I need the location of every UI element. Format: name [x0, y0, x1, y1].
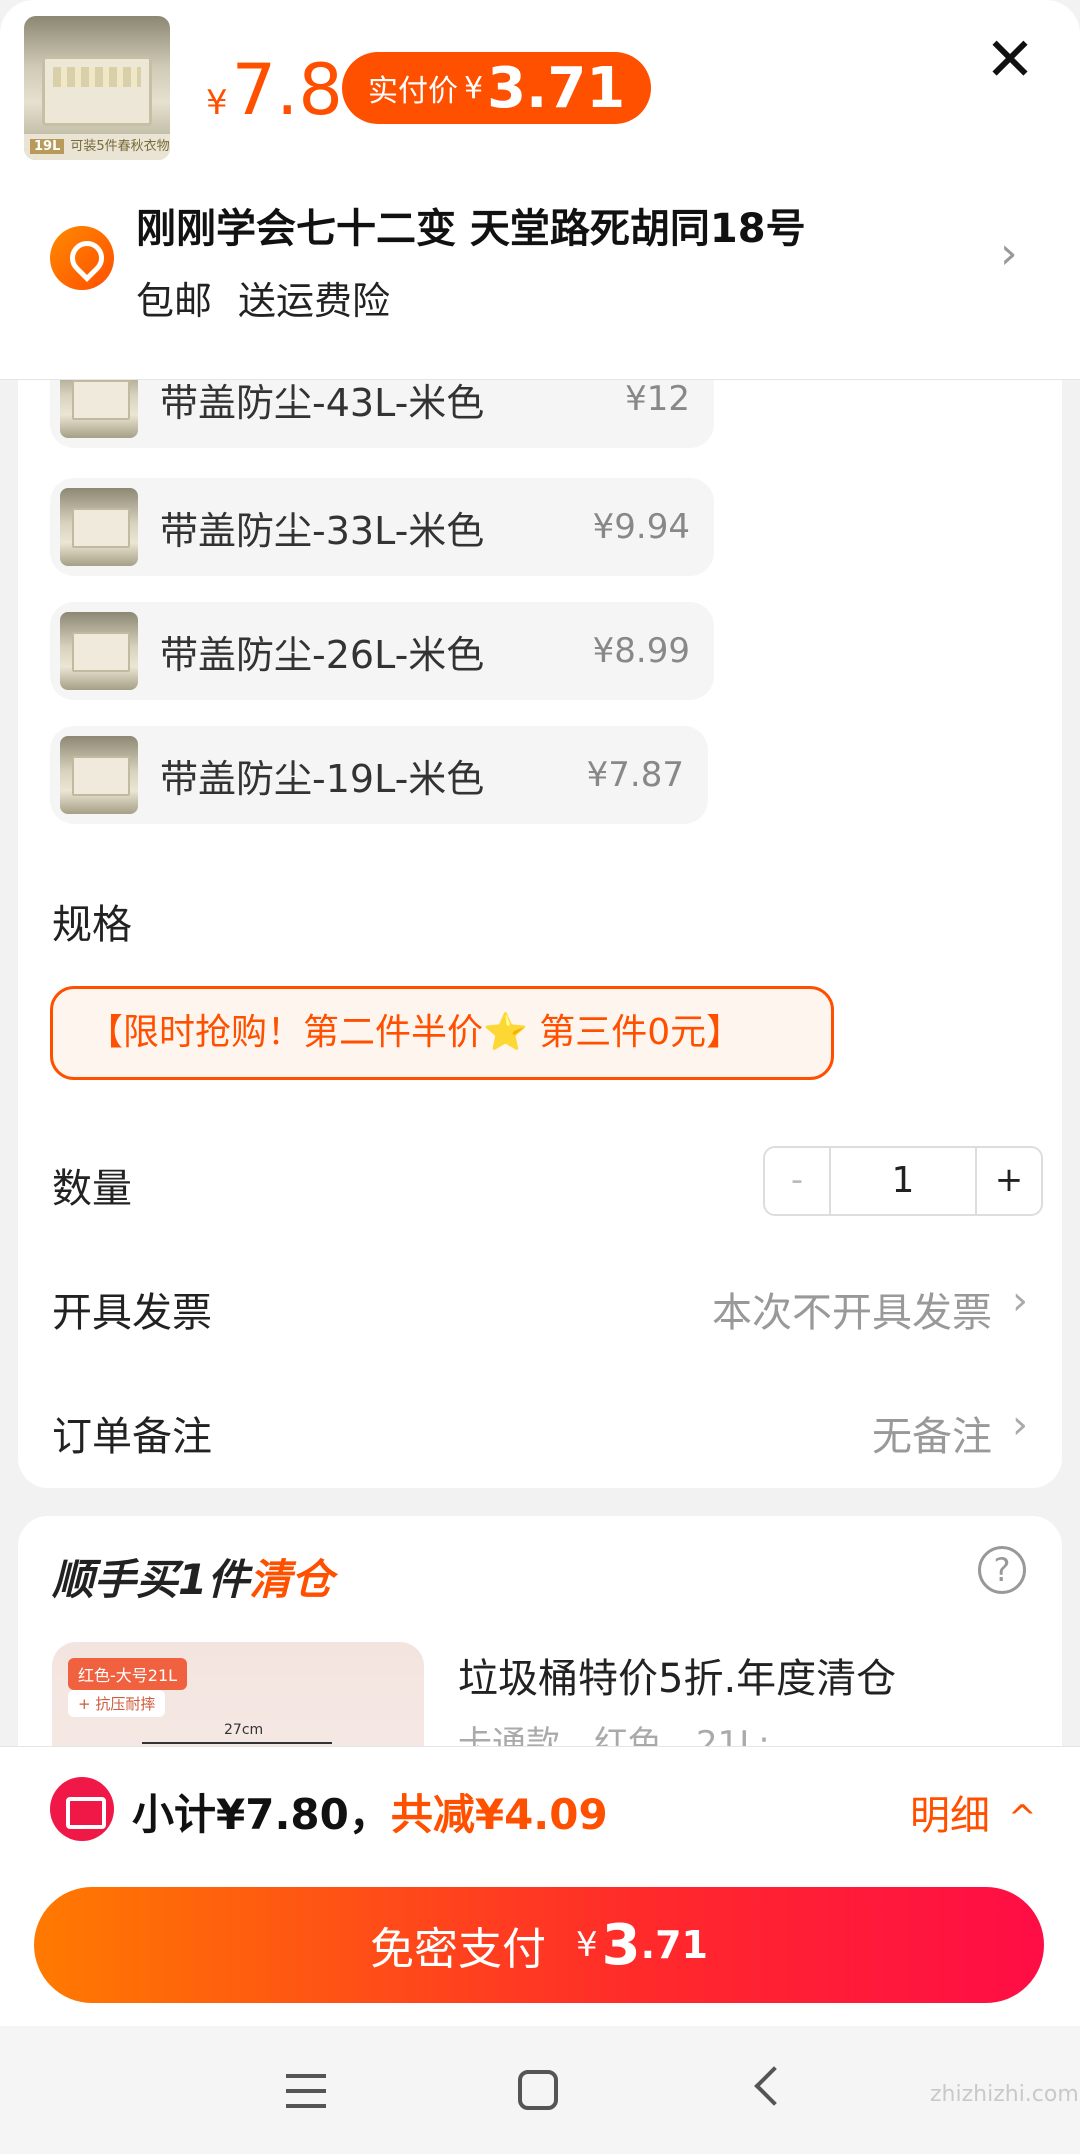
variant-price: ¥7.87	[586, 755, 684, 795]
product-thumbnail: 19L 可装5件春秋衣物	[24, 16, 170, 160]
sheet-header: 19L 可装5件春秋衣物 ¥7.8 实付价 ¥ 3.71 ✕ 刚刚学会七十二变 天…	[0, 0, 1080, 380]
product-price: ¥7.8	[206, 49, 343, 131]
back-icon[interactable]	[754, 2066, 794, 2106]
invoice-label: 开具发票	[52, 1290, 212, 1336]
help-icon[interactable]: ?	[978, 1546, 1026, 1594]
checkout-footer: 小计¥7.80，共减¥4.09 明细 ^ 免密支付 ¥ 3 .71	[0, 1746, 1080, 2026]
password-free-pay-button[interactable]: 免密支付 ¥ 3 .71	[34, 1887, 1044, 2003]
actual-price-badge: 实付价 ¥ 3.71	[342, 52, 652, 124]
quantity-value[interactable]: 1	[831, 1148, 975, 1214]
variant-price: ¥12	[625, 379, 690, 419]
spec-title: 规格	[52, 902, 132, 948]
location-pin-icon	[50, 226, 114, 290]
price-detail-toggle[interactable]: 明细 ^	[910, 1783, 1037, 1841]
free-shipping-label: 包邮	[136, 279, 213, 323]
quantity-label: 数量	[52, 1166, 132, 1212]
chevron-up-icon: ^	[1008, 1798, 1037, 1838]
order-note-value[interactable]: 无备注	[872, 1404, 992, 1462]
order-options-card: 带盖防尘-43L-米色 ¥12 带盖防尘-33L-米色 ¥9.94 带盖防尘-2…	[18, 300, 1062, 1488]
system-nav-bar	[0, 2026, 1080, 2154]
variant-label: 带盖防尘-26L-米色	[160, 632, 485, 677]
shipping-benefits: 包邮 送运费险	[136, 270, 390, 325]
shipping-insurance-label: 送运费险	[238, 279, 391, 323]
variant-price: ¥8.99	[592, 631, 690, 671]
variant-label: 带盖防尘-33L-米色	[160, 508, 485, 553]
addon-image-tag: + 抗压耐摔	[68, 1690, 166, 1717]
decrease-button[interactable]: -	[765, 1148, 831, 1214]
quantity-stepper: - 1 +	[763, 1146, 1043, 1216]
thumbnail-caption: 19L 可装5件春秋衣物	[24, 134, 170, 160]
coupon-icon	[50, 1777, 114, 1841]
variant-option[interactable]: 带盖防尘-26L-米色 ¥8.99	[50, 602, 714, 700]
recent-apps-icon[interactable]	[286, 2074, 326, 2108]
variant-thumbnail	[60, 736, 138, 814]
subtotal-summary: 小计¥7.80，共减¥4.09	[132, 1790, 608, 1839]
addon-image-dimension: 27cm	[224, 1722, 264, 1738]
variant-option[interactable]: 带盖防尘-33L-米色 ¥9.94	[50, 478, 714, 576]
addon-image-tag: 红色-大号21L	[68, 1658, 188, 1690]
variant-label: 带盖防尘-19L-米色	[160, 756, 485, 801]
home-icon[interactable]	[518, 2070, 558, 2110]
invoice-chevron-icon[interactable]: ›	[1012, 1278, 1028, 1324]
order-note-label: 订单备注	[52, 1414, 212, 1460]
watermark: zhizhizhi.com	[930, 2082, 1079, 2107]
variant-thumbnail	[60, 488, 138, 566]
invoice-value[interactable]: 本次不开具发票	[712, 1280, 992, 1338]
increase-button[interactable]: +	[975, 1148, 1041, 1214]
checkout-sheet: 19L 可装5件春秋衣物 ¥7.8 实付价 ¥ 3.71 ✕ 刚刚学会七十二变 天…	[0, 0, 1080, 2154]
order-note-chevron-icon[interactable]: ›	[1012, 1402, 1028, 1448]
addon-product-name[interactable]: 垃圾桶特价5折.年度清仓	[458, 1646, 896, 1704]
variant-price: ¥9.94	[592, 507, 690, 547]
close-icon[interactable]: ✕	[978, 30, 1042, 94]
address-chevron-icon[interactable]: ›	[1000, 232, 1018, 276]
variant-thumbnail	[60, 612, 138, 690]
shipping-address[interactable]: 刚刚学会七十二变 天堂路死胡同18号	[136, 196, 806, 254]
variant-option[interactable]: 带盖防尘-19L-米色 ¥7.87	[50, 726, 708, 824]
addon-title: 顺手买1件清仓	[52, 1555, 334, 1604]
spec-option-promo[interactable]: 【限时抢购！第二件半价⭐ 第三件0元】	[50, 986, 834, 1080]
